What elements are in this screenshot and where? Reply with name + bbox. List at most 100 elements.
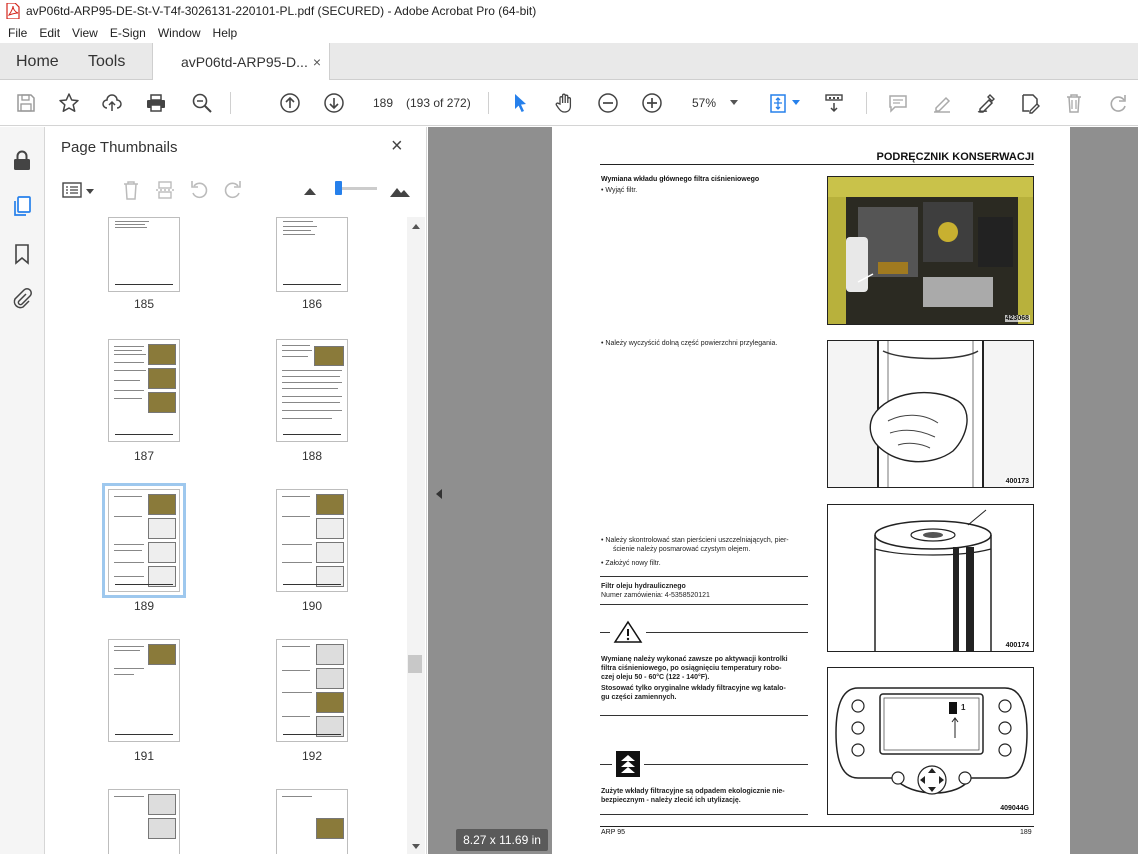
previous-page-icon[interactable] <box>278 91 302 115</box>
comment-icon[interactable] <box>886 91 910 115</box>
thumbnail-label: 189 <box>133 599 155 613</box>
thumbnails-panel: Page Thumbnails × 185 186 187 188 189 19… <box>45 127 427 854</box>
photo-caption: 400173 <box>1004 478 1030 485</box>
split-page-icon[interactable] <box>154 179 176 201</box>
bookmark-star-icon[interactable] <box>57 91 81 115</box>
thumbnail-label: 192 <box>301 749 323 763</box>
menu-help[interactable]: Help <box>207 26 244 40</box>
rule <box>600 814 808 815</box>
menu-bar: File Edit View E-Sign Window Help <box>0 22 1138 43</box>
rotate-left-icon[interactable] <box>188 179 210 201</box>
thumbnail-larger-icon[interactable] <box>389 179 411 201</box>
scroll-up-icon[interactable] <box>412 224 420 229</box>
scroll-mode-icon[interactable] <box>822 91 846 115</box>
attachments-icon[interactable] <box>11 288 33 310</box>
thumbnail-page-188[interactable] <box>276 339 348 442</box>
rule <box>600 764 612 765</box>
thumbnail-page-186[interactable] <box>276 217 348 292</box>
thumbnail-label: 188 <box>301 449 323 463</box>
next-page-icon[interactable] <box>322 91 346 115</box>
thumbnail-page-191[interactable] <box>108 639 180 742</box>
panel-title: Page Thumbnails <box>61 139 178 156</box>
warning-triangle-icon <box>613 620 643 644</box>
tab-home[interactable]: Home <box>16 43 59 80</box>
scrollbar-thumb[interactable] <box>408 655 422 673</box>
hand-tool-icon[interactable] <box>553 91 577 115</box>
menu-view[interactable]: View <box>66 26 104 40</box>
close-panel-icon[interactable]: × <box>391 135 403 158</box>
print-icon[interactable] <box>144 91 168 115</box>
thumbnail-page-189[interactable] <box>102 483 186 598</box>
thumbnail-label: 186 <box>301 297 323 311</box>
toolbar: (193 of 272) 57% <box>0 80 1138 126</box>
rule <box>646 632 808 633</box>
thumbnail-smaller-icon[interactable] <box>299 179 321 201</box>
thumbnail-page-194[interactable] <box>276 789 348 854</box>
menu-edit[interactable]: Edit <box>33 26 66 40</box>
save-icon[interactable] <box>14 91 38 115</box>
scroll-down-icon[interactable] <box>412 844 420 849</box>
thumbnail-page-185[interactable] <box>108 217 180 292</box>
menu-esign[interactable]: E-Sign <box>104 26 152 40</box>
rule <box>644 764 808 765</box>
menu-file[interactable]: File <box>2 26 33 40</box>
title-bar: avP06td-ARP95-DE-St-V-T4f-3026131-220101… <box>0 0 1138 22</box>
rule <box>600 715 808 716</box>
thumbnail-size-slider[interactable] <box>337 187 377 190</box>
toolbar-separator <box>230 92 231 114</box>
highlight-pen-icon[interactable] <box>930 91 954 115</box>
zoom-search-icon[interactable] <box>190 91 214 115</box>
thumbnail-size-slider-knob[interactable] <box>335 181 342 195</box>
redo-icon[interactable] <box>1106 91 1130 115</box>
warning-line-2: filtra ciśnieniowego, po osiągnięciu tem… <box>601 665 782 672</box>
delete-page-icon[interactable] <box>120 179 142 201</box>
zoom-out-icon[interactable] <box>596 91 620 115</box>
step-check-seals-cont: ścienie należy posmarować czystym olejem… <box>613 546 751 553</box>
options-menu-icon[interactable] <box>61 179 83 201</box>
page-fit-dropdown-icon[interactable] <box>792 100 800 105</box>
order-number: Numer zamówienia: 4-5358520121 <box>601 592 710 599</box>
tab-bar: Home Tools avP06td-ARP95-D... × <box>0 43 1138 81</box>
warning-line-3: czej oleju 50 - 60°C (122 - 140°F). <box>601 674 710 681</box>
sign-icon[interactable] <box>974 91 998 115</box>
page-number-input[interactable] <box>367 91 399 115</box>
tab-tools[interactable]: Tools <box>88 43 125 80</box>
step-clean-surface: • Należy wyczyścić dolną część powierzch… <box>601 340 778 347</box>
warning-line-5: gu części zamiennych. <box>601 694 677 701</box>
photo-caption: 400174 <box>1004 642 1030 649</box>
menu-window[interactable]: Window <box>152 26 207 40</box>
lock-icon[interactable] <box>11 149 33 171</box>
thumbnail-page-192[interactable] <box>276 639 348 742</box>
options-dropdown-icon[interactable] <box>86 189 94 194</box>
page-count: (193 of 272) <box>406 96 471 110</box>
collapse-panel-icon[interactable] <box>436 489 442 499</box>
delete-icon[interactable] <box>1062 91 1086 115</box>
close-tab-icon[interactable]: × <box>313 54 321 70</box>
zoom-dropdown-icon[interactable] <box>730 100 738 105</box>
rule <box>600 604 808 605</box>
zoom-in-icon[interactable] <box>640 91 664 115</box>
share-upload-icon[interactable] <box>100 91 124 115</box>
footer-rule <box>600 826 1034 827</box>
thumbnail-scrollbar[interactable] <box>407 217 425 854</box>
step-check-seals: • Należy skontrolować stan pierścieni us… <box>601 537 789 544</box>
zoom-level[interactable]: 57% <box>692 96 716 110</box>
tab-document[interactable]: avP06td-ARP95-D... × <box>152 43 330 81</box>
page-thumbnails-icon[interactable] <box>11 195 33 217</box>
page-fit-icon[interactable] <box>766 91 790 115</box>
thumbnail-list: 185 186 187 188 189 190 191 192 <box>45 217 407 854</box>
eco-line-1: Zużyte wkłady filtracyjne są odpadem eko… <box>601 788 785 795</box>
left-tool-rail <box>0 127 45 854</box>
rule <box>600 576 808 577</box>
document-margin <box>1070 127 1138 854</box>
rotate-right-icon[interactable] <box>222 179 244 201</box>
select-cursor-icon[interactable] <box>508 91 532 115</box>
thumbnail-label: 185 <box>133 297 155 311</box>
edit-pdf-icon[interactable] <box>1018 91 1042 115</box>
thumbnail-page-187[interactable] <box>108 339 180 442</box>
thumbnail-page-193[interactable] <box>108 789 180 854</box>
thumbnail-page-190[interactable] <box>276 489 348 592</box>
bookmarks-icon[interactable] <box>11 243 33 265</box>
footer-model: ARP 95 <box>601 829 625 836</box>
step-install-filter: • Założyć nowy filtr. <box>601 560 661 567</box>
